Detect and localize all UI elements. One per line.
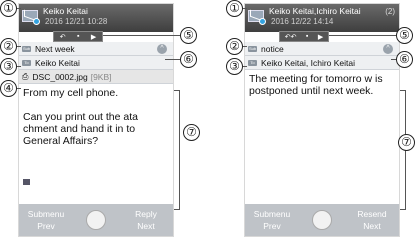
center-key-button[interactable] [312,210,332,230]
recipient-tag-icon: To [248,59,257,66]
softkey-bar: Submenu Prev Reply Next [19,204,173,236]
body-line: From my cell phone. [23,87,119,99]
callout-5: ⑤ [396,27,413,44]
body-bracket [174,90,180,210]
callout-leader [165,59,180,60]
flag-icon: ▶ [90,33,97,41]
message-body: The meeting for tomorro w is postponed u… [245,70,399,100]
callout-7: ⑦ [183,124,200,141]
callout-leader [391,59,396,60]
lock-icon: ▪ [305,33,309,40]
recipient-tag-icon: To [22,59,31,66]
expand-circle-icon[interactable]: ^ [383,44,393,54]
reply-icon: ↶ [59,33,66,41]
subject-tag-icon: Sub [248,45,257,52]
callout-3: ③ [0,58,17,75]
recipient-count: (2) [385,7,395,16]
softkey-bar: Submenu Prev Resend Next [245,204,399,236]
callout-1: ① [226,0,243,17]
callout-2: ② [226,38,243,55]
body-line: The meeting for tomorro w is postponed u… [249,73,383,97]
flag-icon: ▶ [317,33,324,41]
status-dot-icon [33,18,40,25]
callout-6: ⑥ [180,51,197,68]
mail-header: Keiko Keitai,Ichiro Keitai (2) 2016 12/2… [245,4,399,32]
recipient-text: Keiko Keitai [35,57,80,68]
status-dot-icon [259,18,266,25]
callout-1: ① [0,0,17,17]
attachment-size: [9KB] [90,71,112,82]
callout-leader [17,8,21,9]
recipient-row[interactable]: To Keiko Keitai [19,56,173,70]
sender-name: Keiko Keitai [43,6,88,16]
callout-2: ② [0,38,17,55]
mail-header: Keiko Keitai 2016 12/21 10:28 [19,4,173,32]
submenu-prev-button[interactable]: Submenu Prev [249,208,295,232]
subject-tag-icon: Sub [22,45,31,52]
recipient-row[interactable]: To Keiko Keitai, Ichiro Keitai [245,56,399,70]
callout-leader [17,88,21,89]
pictogram-icon [23,179,30,185]
right-mail-screen: Keiko Keitai,Ichiro Keitai (2) 2016 12/2… [244,3,400,237]
center-key-button[interactable] [86,210,106,230]
attachment-row[interactable]: ⎙ DSC_0002.jpg [9KB] [19,70,173,84]
reply-next-button[interactable]: Reply Next [123,208,169,232]
lock-icon: ▪ [76,33,80,40]
subject-text: notice [261,43,284,54]
left-mail-screen: Keiko Keitai 2016 12/21 10:28 ↶ ▪ ▶ Sub … [18,3,174,237]
callout-4: ④ [0,80,17,97]
expand-circle-icon[interactable]: ^ [157,44,167,54]
resend-next-button[interactable]: Resend Next [349,208,395,232]
received-date: 2016 12/22 14:14 [271,17,334,26]
submenu-prev-button[interactable]: Submenu Prev [23,208,69,232]
callout-leader [103,35,180,36]
callout-leader [243,8,247,9]
callout-leader [243,66,247,67]
mail-icon-bar: ↶↶ ▪ ▶ [279,31,329,42]
reply-all-icon: ↶↶ [284,33,297,41]
attachment-name: DSC_0002.jpg [32,71,88,82]
body-line: Can you print out the ata chment and han… [23,111,138,147]
callout-leader [17,66,21,67]
subject-text: Next week [35,43,75,54]
recipient-text: Keiko Keitai, Ichiro Keitai [261,57,356,68]
subject-row[interactable]: Sub Next week ^ [19,42,173,56]
callout-7: ⑦ [398,134,415,151]
mail-icon-bar: ↶ ▪ ▶ [53,31,103,42]
callout-3: ③ [226,58,243,75]
callout-leader [243,46,247,47]
sender-name: Keiko Keitai,Ichiro Keitai [269,6,361,16]
callout-leader [329,35,396,36]
message-body: From my cell phone. Can you print out th… [19,84,173,150]
callout-leader [17,46,21,47]
callout-6: ⑥ [396,51,413,68]
attachment-clip-icon: ⎙ [22,71,29,81]
received-date: 2016 12/21 10:28 [45,17,108,26]
callout-5: ⑤ [180,27,197,44]
subject-row[interactable]: Sub notice ^ [245,42,399,56]
